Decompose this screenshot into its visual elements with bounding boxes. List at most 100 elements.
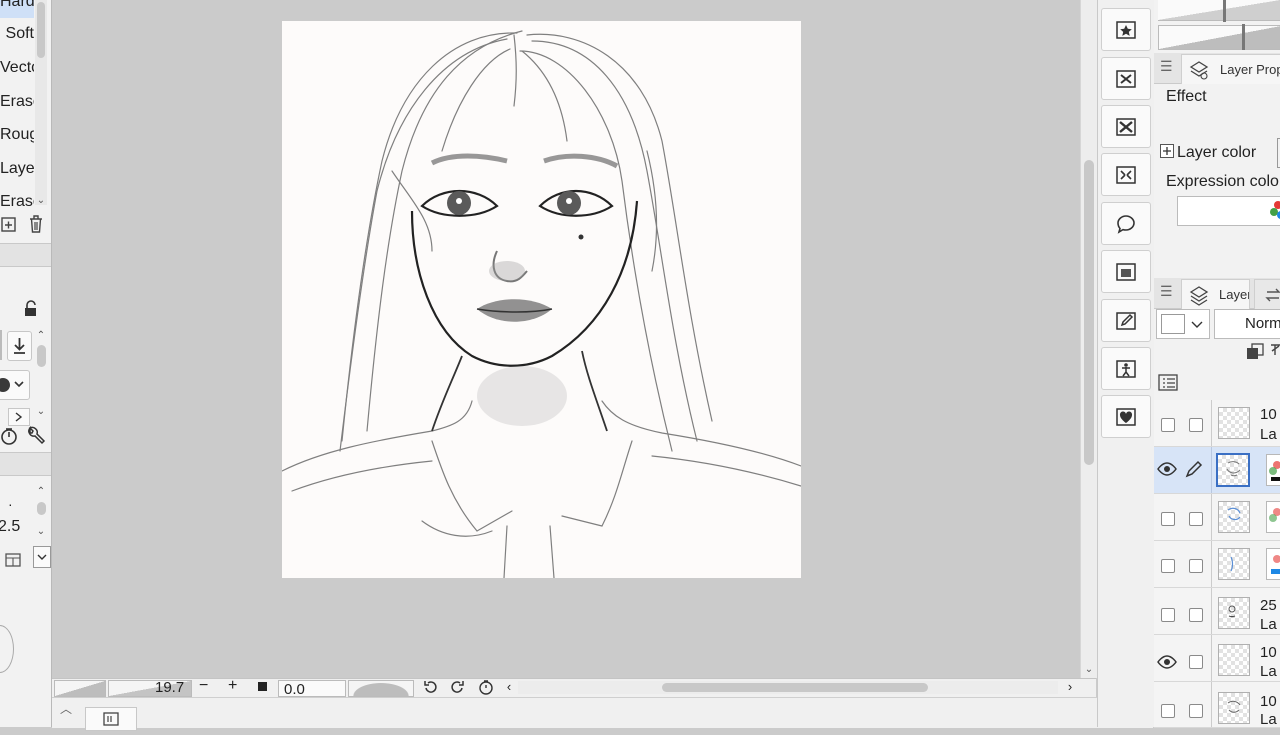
layer-row[interactable]: 10 La: [1154, 682, 1280, 728]
rotation-field[interactable]: 0.0: [278, 680, 346, 698]
visibility-checkbox[interactable]: [1161, 512, 1175, 526]
tab-label: Layer: [1219, 287, 1250, 302]
lock-checkbox[interactable]: [1189, 655, 1203, 669]
visibility-checkbox[interactable]: [1161, 559, 1175, 573]
layer-row[interactable]: 25 La: [1154, 588, 1280, 635]
scroll-thumb[interactable]: [37, 345, 46, 367]
panel-menu-icon[interactable]: ☰: [1160, 283, 1173, 300]
layer-row[interactable]: [1154, 541, 1280, 588]
layers-copy-icon[interactable]: [2, 549, 24, 569]
fit-to-window-icon[interactable]: [258, 682, 267, 691]
slider-handle[interactable]: [1223, 0, 1226, 22]
color-mask-thumbnail: [1266, 548, 1280, 580]
layer-list-icon[interactable]: [1158, 374, 1180, 392]
lock-icon[interactable]: [23, 300, 39, 318]
canvas-bottom-bar: 19.7 − + 0.0 ‹ ›: [52, 677, 1096, 698]
scroll-up-arrow-icon[interactable]: ⌃: [35, 330, 47, 342]
panel-menu-icon[interactable]: ☰: [1160, 58, 1173, 75]
visibility-checkbox[interactable]: [1161, 704, 1175, 718]
scroll-left-arrow-icon[interactable]: ‹: [502, 679, 516, 695]
stabilization-slider[interactable]: [1158, 25, 1280, 50]
lock-checkbox[interactable]: [1189, 608, 1203, 622]
chevron-right-icon[interactable]: [8, 408, 30, 426]
image-material-icon[interactable]: [1101, 250, 1151, 293]
navigator-tab[interactable]: [85, 707, 137, 731]
color-wheel-edge[interactable]: [0, 625, 14, 673]
zoom-in-button[interactable]: +: [228, 677, 237, 695]
dot-marker: ·: [8, 496, 13, 512]
layer-row[interactable]: [1154, 494, 1280, 541]
speech-balloon-icon[interactable]: [1101, 202, 1151, 245]
scroll-thumb[interactable]: [37, 502, 46, 515]
eye-icon[interactable]: [1157, 654, 1177, 670]
clip-layer-icon[interactable]: [1246, 343, 1264, 361]
scroll-down-arrow-icon[interactable]: ⌄: [35, 195, 47, 207]
figure-icon[interactable]: [1101, 347, 1151, 390]
favorite-material-icon[interactable]: [1101, 8, 1151, 51]
canvas-vertical-scrollbar[interactable]: ⌄: [1080, 0, 1098, 678]
subtool-vector[interactable]: Vector: [0, 51, 34, 84]
lock-checkbox[interactable]: [1189, 559, 1203, 573]
expand-plus-icon[interactable]: [1160, 144, 1174, 158]
subtool-eraser[interactable]: Eraser: [0, 85, 34, 118]
slider-handle[interactable]: [1242, 24, 1245, 50]
lock-checkbox[interactable]: [1189, 704, 1203, 718]
subtool-soft[interactable]: Soft: [0, 17, 34, 50]
eye-icon[interactable]: [1157, 461, 1177, 477]
tab-secondary[interactable]: [1254, 279, 1280, 309]
subtool-layers[interactable]: Layers: [0, 152, 34, 185]
brush-size-value[interactable]: 2.5: [0, 518, 20, 536]
snap-icon[interactable]: [1101, 57, 1151, 100]
tab-layer[interactable]: Layer: [1181, 279, 1250, 309]
visibility-checkbox[interactable]: [1161, 418, 1175, 432]
rotate-right-icon[interactable]: [450, 679, 466, 695]
zoom-slider-small[interactable]: [54, 680, 106, 697]
transform-icon[interactable]: [1101, 153, 1151, 196]
collapse-arrow-icon[interactable]: ︿: [60, 700, 72, 717]
canvas-paper[interactable]: [281, 21, 802, 579]
scroll-down-arrow-icon[interactable]: ⌄: [35, 406, 47, 418]
scroll-down-arrow-icon[interactable]: ⌄: [35, 526, 47, 538]
brush-tip-icon[interactable]: [0, 370, 30, 400]
visibility-checkbox[interactable]: [1161, 608, 1175, 622]
chevron-down-icon[interactable]: [33, 546, 51, 568]
reset-rotation-icon[interactable]: [478, 679, 494, 695]
subtool-rough[interactable]: Rough: [0, 118, 34, 151]
zoom-out-button[interactable]: −: [199, 677, 208, 695]
zoom-value[interactable]: 19.7: [155, 679, 184, 696]
clear-selection-icon[interactable]: [1101, 105, 1151, 148]
subtool-scrollbar[interactable]: [35, 0, 47, 205]
rotate-left-icon[interactable]: [422, 679, 438, 695]
divider: [0, 330, 2, 360]
add-subtool-icon[interactable]: [0, 214, 18, 234]
layer-row[interactable]: 10 La: [1154, 635, 1280, 682]
layer-opacity: 25: [1260, 597, 1277, 614]
blend-mode-dropdown[interactable]: Norm: [1214, 309, 1280, 339]
pen-icon[interactable]: [1184, 459, 1204, 479]
trash-icon[interactable]: [27, 213, 45, 235]
layer-row[interactable]: 10 La: [1154, 400, 1280, 447]
horizontal-scrollbar[interactable]: [518, 681, 1058, 694]
download-icon[interactable]: [7, 331, 32, 361]
reference-layer-icon[interactable]: [1269, 343, 1280, 361]
scroll-up-arrow-icon[interactable]: ⌃: [35, 486, 47, 498]
heart-icon[interactable]: [1101, 395, 1151, 438]
layer-color-picker[interactable]: [1156, 309, 1210, 339]
edit-frame-icon[interactable]: [1101, 299, 1151, 342]
opacity-slider[interactable]: [1158, 0, 1280, 21]
wrench-icon[interactable]: [25, 425, 47, 447]
scroll-thumb[interactable]: [37, 2, 45, 58]
scroll-down-arrow-icon[interactable]: ⌄: [1083, 664, 1095, 676]
vertical-scroll-thumb[interactable]: [1084, 160, 1094, 465]
subtool-hard[interactable]: Hard: [0, 0, 34, 18]
layer-row-selected[interactable]: [1154, 447, 1280, 494]
lock-checkbox[interactable]: [1189, 418, 1203, 432]
horizontal-scroll-thumb[interactable]: [662, 683, 928, 692]
expression-color-dropdown[interactable]: [1177, 196, 1280, 226]
rotation-slider[interactable]: [348, 680, 414, 697]
scroll-right-arrow-icon[interactable]: ›: [1063, 679, 1077, 695]
layer-thumbnail: [1218, 692, 1250, 724]
lock-checkbox[interactable]: [1189, 512, 1203, 526]
dial-icon[interactable]: [0, 425, 20, 447]
tab-layer-property[interactable]: Layer Prop: [1181, 54, 1280, 84]
